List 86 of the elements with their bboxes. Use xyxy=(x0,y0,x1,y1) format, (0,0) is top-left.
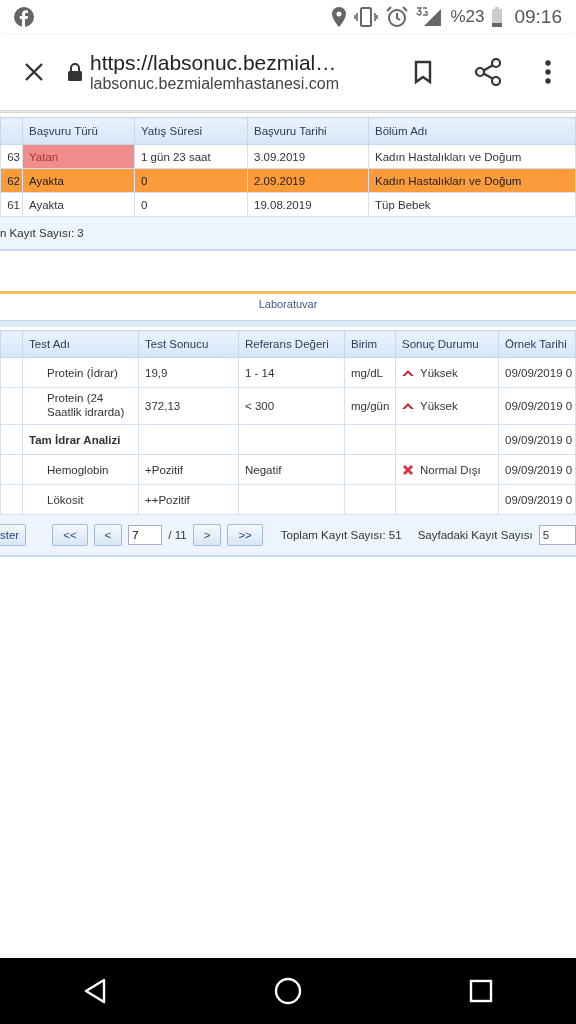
table-cell: Negatif xyxy=(245,463,282,476)
home-icon xyxy=(274,977,302,1005)
battery-icon xyxy=(492,7,503,27)
column-header[interactable]: Yatış Süresi xyxy=(134,117,248,145)
table-cell: 62 xyxy=(0,168,23,193)
caret-up-icon xyxy=(402,402,414,410)
status-label: Normal Dışı xyxy=(420,463,481,476)
facebook-icon xyxy=(14,7,34,27)
table-cell: Tüp Bebek xyxy=(368,192,576,217)
column-header[interactable]: Birim xyxy=(344,330,396,358)
back-icon xyxy=(83,978,108,1004)
home-button[interactable] xyxy=(274,977,302,1005)
column-header[interactable]: Sonuç Durumu xyxy=(395,330,499,358)
last-page-button[interactable]: >> xyxy=(227,524,263,546)
column-header[interactable]: Örnek Tarihi xyxy=(498,330,576,358)
url-text: labsonuc.bezmialemhastanesi.com xyxy=(90,75,340,93)
table-cell: ++Pozitif xyxy=(145,493,190,506)
group-name: Tam İdrar Analizi xyxy=(22,424,139,455)
previous-page-button[interactable]: < xyxy=(93,524,123,546)
vibrate-icon xyxy=(354,7,379,27)
table-cell: 09/09/2019 0 xyxy=(505,366,573,379)
table-cell: 09/09/2019 0 xyxy=(505,493,573,506)
close-icon xyxy=(24,62,44,82)
table-cell: 09/09/2019 0 xyxy=(498,424,576,455)
lock-icon xyxy=(68,63,82,81)
alarm-icon xyxy=(386,6,409,28)
status-label: Yüksek xyxy=(420,400,458,412)
next-page-button[interactable]: > xyxy=(192,524,222,546)
table-cell: 63 xyxy=(0,144,23,169)
section-title: Laboratuvar xyxy=(258,298,318,310)
page-title: https://labsonuc.bezmial… xyxy=(90,51,338,75)
table-row[interactable]: 62 Ayakta 0 2.09.2019 Kadın Hastalıkları ve Doğum xyxy=(0,168,576,193)
table-cell: +Pozitif xyxy=(145,463,184,476)
column-header[interactable]: Bölüm Adı xyxy=(368,117,576,145)
table-cell: Yatan xyxy=(22,144,135,169)
signal-icon xyxy=(416,7,443,27)
status-label: Yüksek xyxy=(420,366,458,379)
column-header[interactable]: Test Adı xyxy=(22,330,139,358)
table-cell: 19,9 xyxy=(145,366,168,379)
test-name: Hemoglobin xyxy=(22,454,139,485)
recents-button[interactable] xyxy=(468,979,493,1003)
column-header[interactable]: Başvuru Türü xyxy=(22,117,135,145)
table-cell: 0 xyxy=(134,192,248,217)
table-cell: 1 gün 23 saat xyxy=(134,144,248,169)
list-button[interactable]: ster xyxy=(0,524,27,546)
record-count: n Kayıt Sayısı: 3 xyxy=(0,227,84,239)
column-header[interactable]: Test Sonucu xyxy=(138,330,239,358)
bookmark-icon xyxy=(414,60,432,84)
table-cell: < 300 xyxy=(245,400,275,412)
table-cell: 19.08.2019 xyxy=(247,192,369,217)
table-cell: 372,13 xyxy=(145,400,181,412)
battery-percent: %23 xyxy=(450,7,485,27)
table-cell: Ayakta xyxy=(22,168,135,193)
clock: 09:16 xyxy=(514,6,562,28)
table-cell: Kadın Hastalıkları ve Doğum xyxy=(368,144,576,169)
table-row[interactable]: 61 Ayakta 0 19.08.2019 Tüp Bebek xyxy=(0,192,576,217)
page-total: / 11 xyxy=(168,529,187,541)
total-records: Toplam Kayıt Sayısı: 51 xyxy=(280,529,402,541)
table-cell: 3.09.2019 xyxy=(247,144,369,169)
test-name: Protein (24 Saatlik idrarda) xyxy=(22,387,139,425)
location-icon xyxy=(332,7,347,27)
table-cell: 09/09/2019 0 xyxy=(505,463,573,476)
column-header[interactable]: Referans Değeri xyxy=(238,330,345,358)
table-cell: Kadın Hastalıkları ve Doğum xyxy=(368,168,576,193)
table-cell: 09/09/2019 0 xyxy=(505,400,573,412)
column-header[interactable]: Başvuru Tarihi xyxy=(247,117,369,145)
table-cell: mg/gün xyxy=(351,400,390,412)
share-icon xyxy=(475,58,501,86)
page-input[interactable]: 7 xyxy=(128,525,163,545)
caret-up-icon xyxy=(402,368,414,377)
table-cell: 61 xyxy=(0,192,23,217)
table-cell: 2.09.2019 xyxy=(247,168,369,193)
table-cell: Ayakta xyxy=(22,192,135,217)
cross-icon xyxy=(402,463,414,476)
page-size-select[interactable]: 5 xyxy=(538,525,576,545)
square-icon xyxy=(468,979,493,1003)
table-row[interactable]: 63 Yatan 1 gün 23 saat 3.09.2019 Kadın Hastalıkları ve Doğum xyxy=(0,144,576,169)
more-icon xyxy=(545,60,551,84)
table-cell: mg/dL xyxy=(351,366,383,379)
back-button[interactable] xyxy=(83,978,108,1004)
test-name: Protein (İdrar) xyxy=(22,357,139,388)
first-page-button[interactable]: << xyxy=(52,524,88,546)
page-size-label: Sayfadaki Kayıt Sayısı xyxy=(417,529,533,541)
table-cell: 1 - 14 xyxy=(245,366,275,379)
table-cell: 0 xyxy=(134,168,248,193)
test-name: Lökosit xyxy=(22,484,139,515)
